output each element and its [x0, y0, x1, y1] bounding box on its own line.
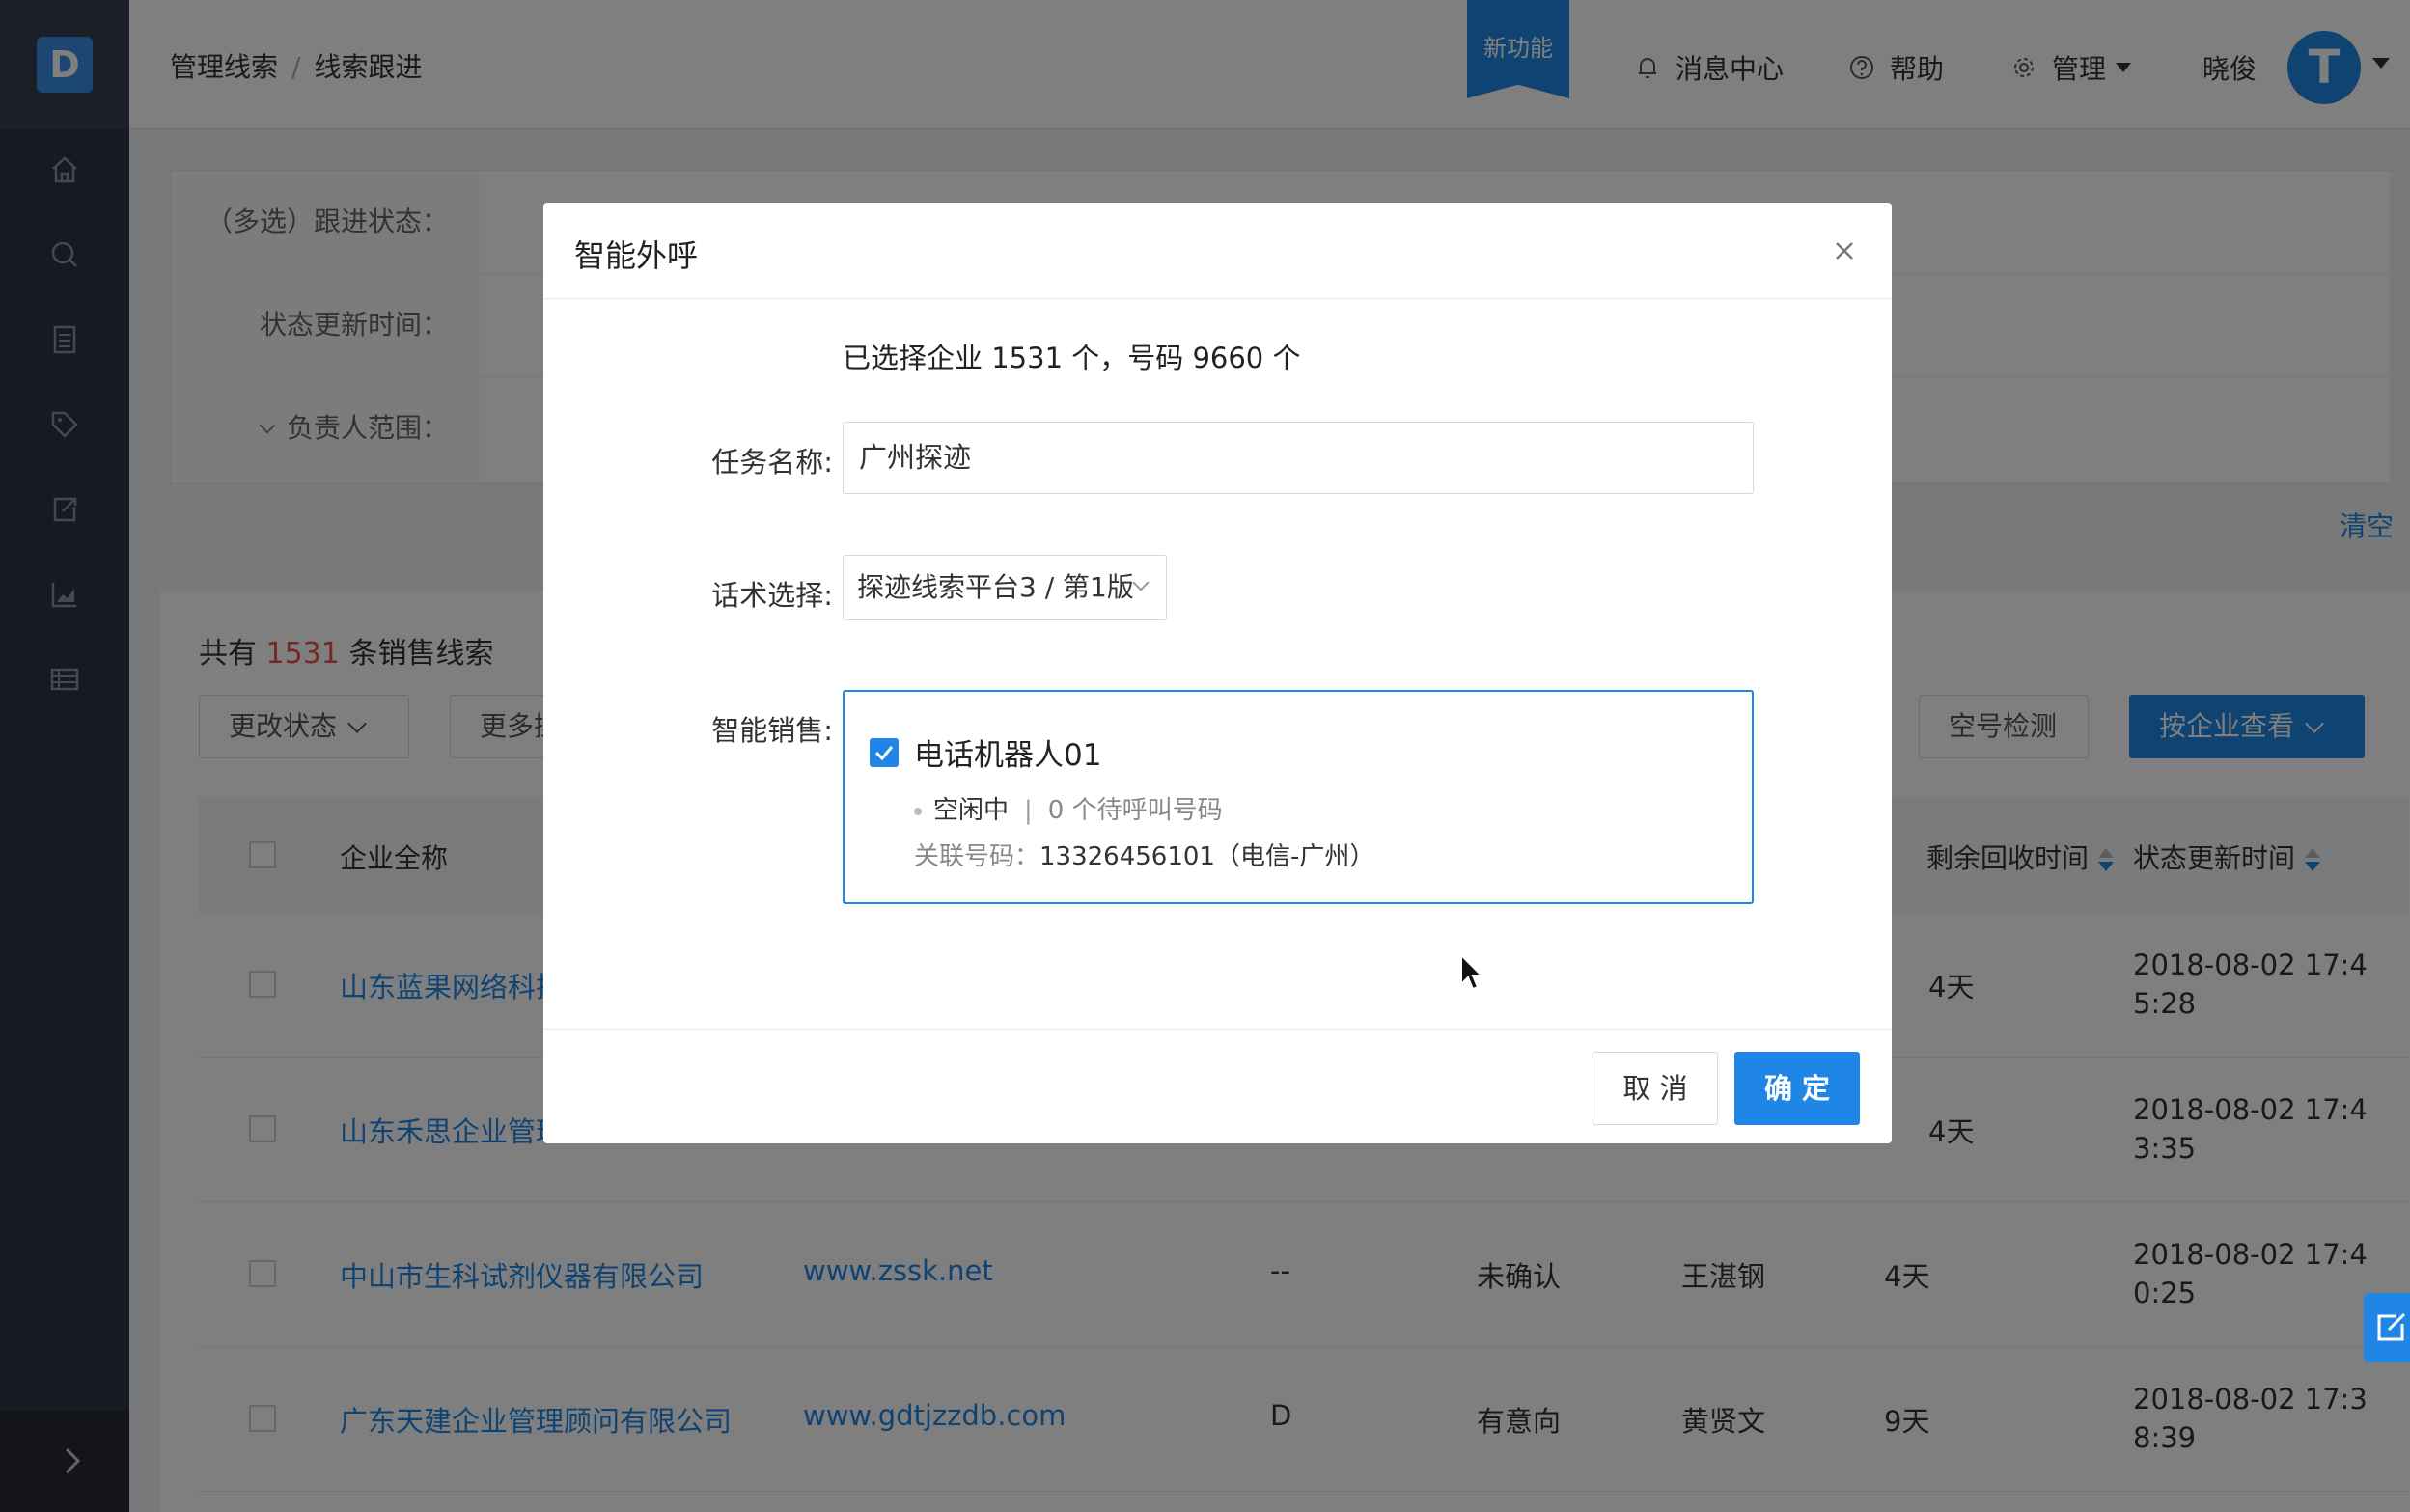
robot-option-card[interactable]: 电话机器人01 空闲中 | 0 个待呼叫号码 关联号码：13326456101（电信… — [843, 690, 1754, 904]
robot-phone: 关联号码：13326456101（电信-广州） — [914, 837, 1374, 872]
dialog-title: 智能外呼 — [574, 237, 699, 274]
feedback-button[interactable] — [2364, 1293, 2410, 1362]
robot-name: 电话机器人01 — [914, 738, 1102, 773]
robot-queue: 0 个待呼叫号码 — [1047, 796, 1223, 825]
selection-summary: 已选择企业 1531 个，号码 9660 个 — [843, 342, 1301, 374]
robot-phone-label: 关联号码： — [914, 842, 1040, 871]
dialog-header: 智能外呼 — [543, 203, 1892, 299]
mouse-cursor-icon — [1460, 953, 1484, 991]
status-separator: | — [1024, 796, 1033, 825]
task-name-input[interactable]: 广州探迹 — [843, 422, 1754, 494]
robot-state: 空闲中 — [933, 796, 1010, 825]
edit-icon — [2377, 1312, 2406, 1341]
checkmark-icon — [874, 746, 894, 761]
script-select[interactable]: 探迹线索平台3 / 第1版 — [843, 555, 1167, 620]
confirm-button[interactable]: 确 定 — [1734, 1052, 1860, 1125]
robot-checkbox[interactable] — [870, 738, 899, 767]
chevron-down-icon — [1132, 574, 1150, 591]
robot-status: 空闲中 | 0 个待呼叫号码 — [914, 790, 1223, 826]
cancel-button[interactable]: 取 消 — [1593, 1052, 1718, 1125]
dialog-footer-divider — [543, 1029, 1892, 1030]
smart-call-dialog: 智能外呼 已选择企业 1531 个，号码 9660 个 任务名称: 广州探迹 话… — [543, 203, 1892, 1143]
status-dot-icon — [914, 807, 922, 815]
script-select-label: 话术选择: — [711, 579, 833, 612]
script-select-value: 探迹线索平台3 / 第1版 — [857, 571, 1134, 603]
task-name-label: 任务名称: — [711, 446, 833, 479]
robot-phone-value: 13326456101（电信-广州） — [1039, 842, 1375, 871]
smart-sales-label: 智能销售: — [711, 714, 833, 747]
close-icon[interactable] — [1827, 234, 1862, 268]
